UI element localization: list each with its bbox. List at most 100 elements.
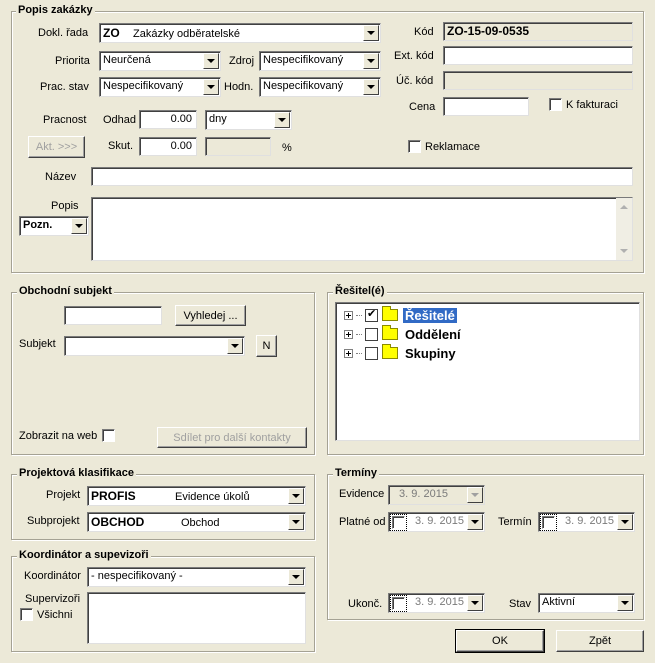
subjekt-search-input[interactable] — [64, 306, 162, 325]
expand-icon[interactable] — [344, 329, 353, 339]
kod-field: ZO-15-09-0535 — [443, 22, 633, 41]
ok-button[interactable]: OK — [455, 629, 545, 653]
projekt-value: Evidence úkolů — [175, 491, 250, 503]
chevron-down-icon[interactable] — [363, 53, 379, 69]
stav-select[interactable]: Aktivní — [538, 593, 635, 613]
chevron-down-icon[interactable] — [203, 79, 219, 95]
zdroj-label: Zdroj — [229, 55, 255, 67]
chevron-down-icon[interactable] — [203, 53, 219, 69]
odhad-label: Odhad — [103, 114, 137, 126]
odhad-field[interactable]: 0.00 — [139, 110, 197, 129]
popis-type-select[interactable]: Pozn. — [19, 216, 89, 236]
subprojekt-select[interactable]: OBCHOD Obchod — [87, 512, 306, 532]
calendar-dropdown-icon — [467, 487, 483, 503]
scroll-up-icon — [620, 205, 628, 209]
chevron-down-icon[interactable] — [227, 338, 243, 354]
kod-label: Kód — [414, 26, 434, 38]
platne-od-label: Platné od — [339, 516, 386, 528]
zobrazit-na-web-label: Zobrazit na web — [19, 430, 98, 442]
dokl-rada-select[interactable]: ZO Zakázky odběratelské — [99, 23, 381, 43]
chevron-down-icon[interactable] — [288, 569, 304, 585]
tree-node-oddeleni[interactable]: Oddělení — [344, 325, 463, 343]
hodn-select[interactable]: Nespecifikovaný — [259, 77, 381, 97]
priorita-label: Priorita — [55, 55, 90, 67]
uc-kod-field — [443, 71, 633, 90]
chevron-down-icon[interactable] — [363, 25, 379, 41]
chevron-down-icon[interactable] — [363, 79, 379, 95]
vsichni-checkbox[interactable] — [20, 608, 33, 621]
jednotka-select[interactable]: dny — [205, 110, 292, 130]
platne-od-checkbox[interactable] — [390, 514, 407, 531]
subjekt-select[interactable] — [64, 336, 245, 356]
hodn-value: Nespecifikovaný — [263, 80, 344, 92]
nazev-field[interactable] — [91, 167, 633, 186]
ext-kod-field[interactable] — [443, 46, 633, 65]
sdilet-button[interactable]: Sdílet pro další kontakty — [157, 427, 307, 448]
vyhledej-button[interactable]: Vyhledej ... — [175, 305, 246, 326]
expand-icon[interactable] — [344, 310, 353, 320]
chevron-down-icon[interactable] — [288, 488, 304, 504]
platne-od-value: 3. 9. 2015 — [415, 515, 464, 527]
scroll-down-icon — [620, 249, 628, 253]
subprojekt-value: Obchod — [181, 517, 220, 529]
cena-label: Cena — [409, 101, 436, 113]
uc-kod-label: Úč. kód — [396, 75, 434, 87]
dokl-rada-value: Zakázky odběratelské — [133, 28, 240, 40]
cena-field[interactable] — [443, 97, 529, 116]
projekt-label: Projekt — [46, 489, 81, 501]
reklamace-label: Reklamace — [425, 141, 481, 153]
zpet-button[interactable]: Zpět — [556, 630, 644, 652]
supervizori-label: Supervizoři — [25, 593, 81, 605]
akt-button[interactable]: Akt. >>> — [28, 136, 85, 158]
folder-icon — [382, 325, 398, 340]
supervizori-list[interactable] — [87, 592, 306, 644]
pracnost-label: Pracnost — [43, 114, 87, 126]
ukonc-checkbox[interactable] — [390, 595, 407, 612]
evidence-value: 3. 9. 2015 — [399, 488, 448, 500]
hodn-label: Hodn. — [224, 81, 254, 93]
tree-node-resitele[interactable]: Řešitelé — [344, 306, 457, 324]
tree-checkbox-oddeleni[interactable] — [365, 327, 378, 341]
new-subjekt-button[interactable]: N — [256, 335, 277, 357]
popis-zakazky-legend: Popis zakázky — [16, 4, 95, 16]
expand-icon[interactable] — [344, 348, 353, 358]
tree-checkbox-resitele[interactable] — [365, 307, 378, 322]
calendar-dropdown-icon[interactable] — [617, 514, 633, 530]
resitele-tree[interactable]: Řešitelé Oddělení Skupiny — [335, 302, 640, 441]
tree-checkbox-skupiny[interactable] — [365, 346, 378, 360]
popis-textarea[interactable] — [91, 197, 633, 261]
prac-stav-value: Nespecifikovaný — [103, 80, 184, 92]
priorita-select[interactable]: Neurčená — [99, 51, 221, 71]
k-fakturaci-label: K fakturaci — [566, 99, 618, 111]
zdroj-value: Nespecifikovaný — [263, 54, 344, 66]
folder-icon — [382, 344, 398, 359]
termin-checkbox[interactable] — [540, 514, 557, 531]
chevron-down-icon[interactable] — [617, 595, 633, 611]
ukonc-date[interactable]: 3. 9. 2015 — [388, 593, 485, 613]
koordinator-select[interactable]: - nespecifikovaný - — [87, 567, 306, 587]
chevron-down-icon[interactable] — [71, 218, 87, 234]
chevron-down-icon[interactable] — [288, 514, 304, 530]
platne-od-date[interactable]: 3. 9. 2015 — [388, 512, 485, 532]
dokl-rada-label: Dokl. řada — [38, 27, 89, 39]
popis-scrollbar[interactable] — [616, 198, 632, 260]
termin-date[interactable]: 3. 9. 2015 — [538, 512, 635, 532]
projekt-select[interactable]: PROFIS Evidence úkolů — [87, 486, 306, 506]
prac-stav-select[interactable]: Nespecifikovaný — [99, 77, 221, 97]
skut-field[interactable]: 0.00 — [139, 137, 197, 156]
zobrazit-na-web-checkbox[interactable] — [102, 429, 115, 442]
priorita-value: Neurčená — [103, 54, 151, 66]
jednotka-value: dny — [209, 113, 227, 125]
zdroj-select[interactable]: Nespecifikovaný — [259, 51, 381, 71]
k-fakturaci-checkbox[interactable] — [549, 98, 562, 111]
calendar-dropdown-icon[interactable] — [467, 595, 483, 611]
reklamace-checkbox[interactable] — [408, 140, 421, 153]
koordinator-legend: Koordinátor a supevizoři — [17, 549, 151, 561]
stav-label: Stav — [509, 598, 532, 610]
calendar-dropdown-icon[interactable] — [467, 514, 483, 530]
koordinator-value: - nespecifikovaný - — [91, 570, 183, 582]
terminy-legend: Termíny — [333, 467, 379, 479]
tree-node-skupiny[interactable]: Skupiny — [344, 344, 458, 362]
chevron-down-icon[interactable] — [274, 112, 290, 128]
tree-label-resitele: Řešitelé — [403, 307, 457, 323]
